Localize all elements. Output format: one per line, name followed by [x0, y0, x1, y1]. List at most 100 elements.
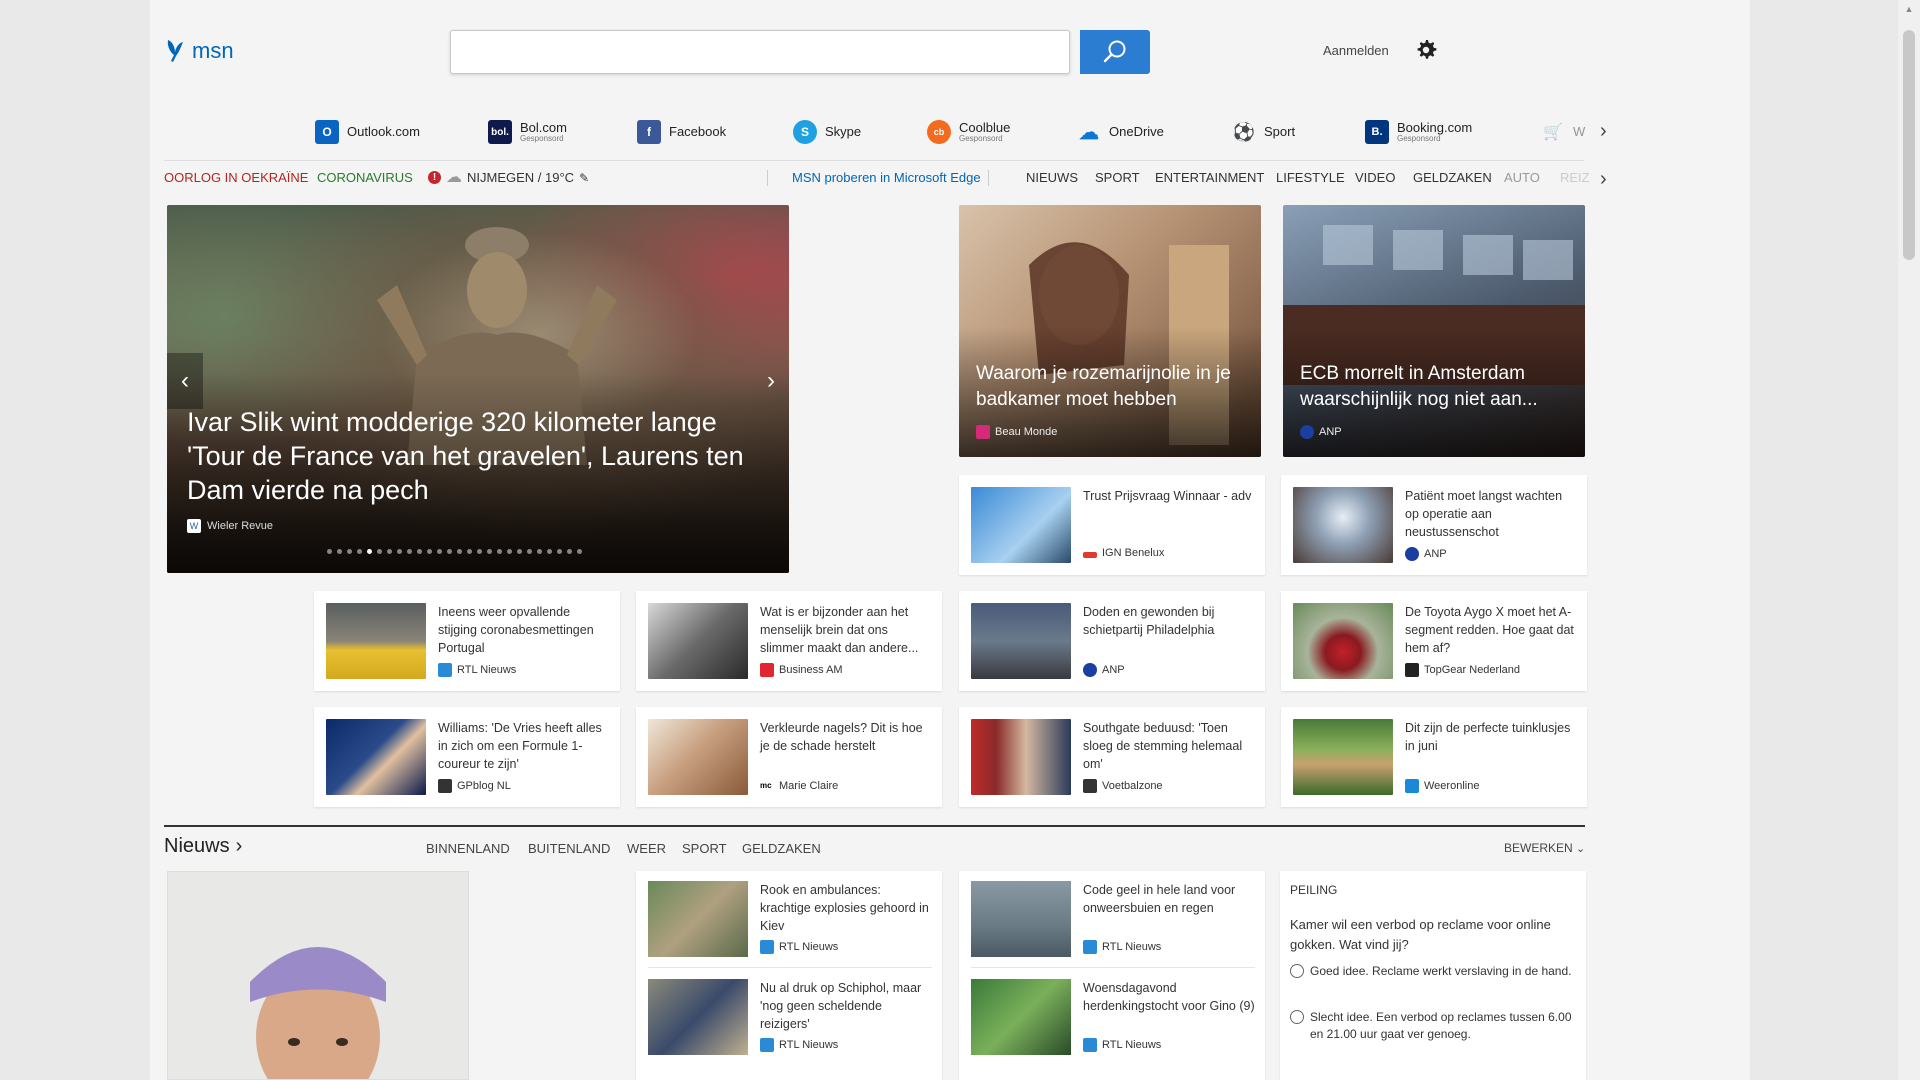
hero-next-arrow-icon[interactable]: › — [753, 353, 789, 409]
carousel-dot[interactable] — [337, 549, 342, 554]
carousel-dot[interactable] — [467, 549, 472, 554]
poll-option[interactable]: Slecht idee. Een verbod op reclames tuss… — [1290, 1009, 1576, 1043]
carousel-dot[interactable] — [437, 549, 442, 554]
quicklink-skype[interactable]: S Skype — [793, 116, 861, 148]
businessam-icon — [760, 663, 774, 677]
news-card[interactable]: De Toyota Aygo X moet het A-segment redd… — [1281, 591, 1587, 691]
news-section-heading[interactable]: Nieuws › — [164, 835, 242, 858]
page-scrollbar[interactable]: ▲ — [1898, 0, 1920, 1080]
nav-entertainment[interactable]: ENTERTAINMENT — [1155, 170, 1264, 185]
quicklink-partial[interactable]: 🛒 W — [1541, 116, 1585, 148]
item-source: RTL Nieuws — [1083, 940, 1161, 954]
nav-ukraine[interactable]: OORLOG IN OEKRAÏNE — [164, 170, 308, 185]
nav-auto[interactable]: AUTO — [1504, 170, 1540, 185]
card-title: Ineens weer opvallende stijging coronabe… — [438, 605, 594, 655]
carousel-dot[interactable] — [447, 549, 452, 554]
carousel-dot[interactable] — [567, 549, 572, 554]
carousel-dot[interactable] — [517, 549, 522, 554]
card-source: RTL Nieuws — [438, 663, 516, 677]
scrollbar-thumb[interactable] — [1903, 30, 1915, 260]
feature-card[interactable]: ECB morrelt in Amsterdam waarschijnlijk … — [1283, 205, 1585, 457]
carousel-dot[interactable] — [427, 549, 432, 554]
carousel-dot[interactable] — [487, 549, 492, 554]
carousel-dot[interactable] — [327, 549, 332, 554]
carousel-dot[interactable] — [397, 549, 402, 554]
news-lead-card[interactable] — [167, 871, 469, 1080]
news-card[interactable]: Ineens weer opvallende stijging coronabe… — [314, 591, 620, 691]
nav-reizen[interactable]: REIZ — [1560, 170, 1590, 185]
news-card[interactable]: Williams: 'De Vries heeft alles in zich … — [314, 707, 620, 807]
poll-option[interactable]: Goed idee. Reclame werkt verslaving in d… — [1290, 963, 1576, 980]
carousel-dot[interactable] — [347, 549, 352, 554]
search-button[interactable] — [1080, 30, 1150, 74]
news-list-item[interactable]: Woensdagavond herdenkingstocht voor Gino… — [971, 979, 1255, 1065]
news-card[interactable]: Verkleurde nagels? Dit is hoe je de scha… — [636, 707, 942, 807]
tab-geldzaken[interactable]: GELDZAKEN — [742, 841, 821, 856]
news-card[interactable]: Dit zijn de perfecte tuinklusjes in juni… — [1281, 707, 1587, 807]
quicklink-booking[interactable]: B. Booking.com Gesponsord — [1365, 116, 1472, 148]
quicklink-facebook[interactable]: f Facebook — [637, 116, 726, 148]
item-thumbnail — [648, 881, 748, 957]
search-input[interactable] — [450, 30, 1070, 74]
tab-sport[interactable]: SPORT — [682, 841, 727, 856]
quicklink-outlook[interactable]: O Outlook.com — [315, 116, 420, 148]
edge-promo-link[interactable]: MSN proberen in Microsoft Edge — [792, 170, 981, 185]
news-list-item[interactable]: Rook en ambulances: krachtige explosies … — [648, 881, 932, 967]
news-card[interactable]: Trust Prijsvraag Winnaar - adv IGN Benel… — [959, 475, 1265, 575]
news-card[interactable]: Doden en gewonden bij schietpartij Phila… — [959, 591, 1265, 691]
quicklink-bol[interactable]: bol. Bol.com Gesponsord — [488, 116, 567, 148]
edit-button[interactable]: BEWERKEN ⌄ — [1504, 841, 1585, 855]
signin-link[interactable]: Aanmelden — [1323, 43, 1389, 58]
news-card[interactable]: Patiënt moet langst wachten op operatie … — [1281, 475, 1587, 575]
nav-lifestyle[interactable]: LIFESTYLE — [1276, 170, 1345, 185]
carousel-dot[interactable] — [547, 549, 552, 554]
carousel-dot[interactable] — [537, 549, 542, 554]
news-list: Code geel in hele land voor onweersbuien… — [959, 871, 1265, 1080]
carousel-dot[interactable] — [387, 549, 392, 554]
tab-buitenland[interactable]: BUITENLAND — [528, 841, 610, 856]
hero-carousel[interactable]: ‹ › Ivar Slik wint modderige 320 kilomet… — [167, 205, 789, 573]
nav-geldzaken[interactable]: GELDZAKEN — [1413, 170, 1492, 185]
carousel-dot[interactable] — [497, 549, 502, 554]
nav-sport[interactable]: SPORT — [1095, 170, 1140, 185]
tab-weer[interactable]: WEER — [627, 841, 666, 856]
radio-button[interactable] — [1290, 964, 1304, 978]
nav-video[interactable]: VIDEO — [1355, 170, 1395, 185]
carousel-dot[interactable] — [477, 549, 482, 554]
radio-button[interactable] — [1290, 1010, 1304, 1024]
msn-logo[interactable]: msn — [164, 38, 234, 64]
tab-binnenland[interactable]: BINNENLAND — [426, 841, 510, 856]
feature-card[interactable]: Waarom je rozemarijnolie in je badkamer … — [959, 205, 1261, 457]
quicklinks-next-chevron-icon[interactable]: › — [1600, 120, 1607, 143]
quicklink-coolblue[interactable]: cb Coolblue Gesponsord — [927, 116, 1010, 148]
poll-heading: PEILING — [1290, 883, 1338, 897]
carousel-dot[interactable] — [357, 549, 362, 554]
carousel-dot[interactable] — [557, 549, 562, 554]
poll-question: Kamer wil een verbod op reclame voor onl… — [1290, 917, 1551, 952]
carousel-dot[interactable] — [417, 549, 422, 554]
weather-widget[interactable]: ! ☁ NIJMEGEN / 19°C ✎ — [428, 170, 589, 186]
settings-gear-icon[interactable] — [1414, 38, 1438, 62]
nav-next-chevron-icon[interactable]: › — [1600, 168, 1607, 191]
news-list-item[interactable]: Nu al druk op Schiphol, maar 'nog geen s… — [648, 979, 932, 1065]
carousel-dot[interactable] — [457, 549, 462, 554]
quicklink-sport[interactable]: ⚽ Sport — [1232, 116, 1295, 148]
carousel-dot[interactable] — [507, 549, 512, 554]
hero-prev-arrow-icon[interactable]: ‹ — [167, 353, 203, 409]
nav-nieuws[interactable]: NIEUWS — [1026, 170, 1078, 185]
edit-pencil-icon[interactable]: ✎ — [579, 171, 589, 185]
source-label: ANP — [1424, 548, 1447, 560]
hero-headline[interactable]: Ivar Slik wint modderige 320 kilometer l… — [187, 405, 767, 507]
carousel-dot[interactable] — [527, 549, 532, 554]
news-card[interactable]: Wat is er bijzonder aan het menselijk br… — [636, 591, 942, 691]
carousel-dot[interactable] — [407, 549, 412, 554]
carousel-dot[interactable] — [377, 549, 382, 554]
carousel-dot[interactable] — [367, 549, 372, 554]
quicklink-onedrive[interactable]: ☁ OneDrive — [1077, 116, 1164, 148]
news-card[interactable]: Southgate beduusd: 'Toen sloeg de stemmi… — [959, 707, 1265, 807]
nav-coronavirus[interactable]: CORONAVIRUS — [317, 170, 413, 185]
scroll-up-icon[interactable]: ▲ — [1903, 4, 1915, 14]
weather-alert-icon: ! — [428, 171, 441, 184]
news-list-item[interactable]: Code geel in hele land voor onweersbuien… — [971, 881, 1255, 967]
carousel-dot[interactable] — [577, 549, 582, 554]
